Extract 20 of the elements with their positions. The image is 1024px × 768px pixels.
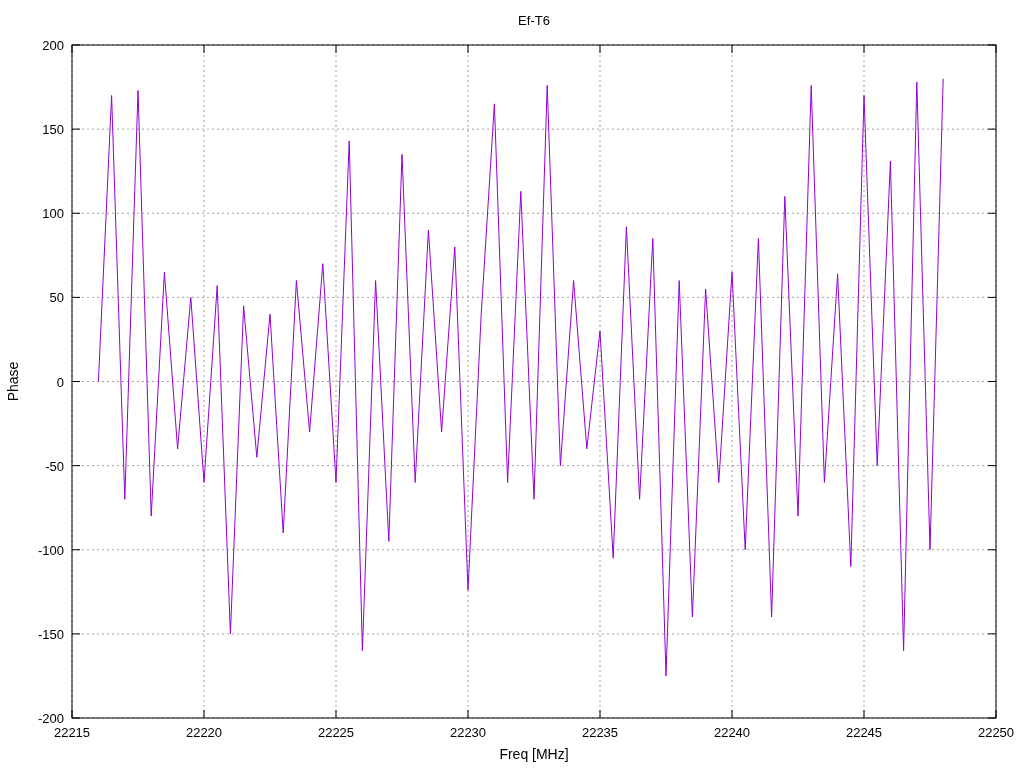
x-tick-label: 22215 <box>53 725 91 740</box>
x-tick-label: 22225 <box>317 725 355 740</box>
y-tick-label: -100 <box>37 542 64 558</box>
y-tick-label: -50 <box>45 458 64 474</box>
x-tick-label: 22250 <box>977 725 1015 740</box>
y-tick-label: 200 <box>42 38 64 53</box>
x-tick-label: 22235 <box>581 725 619 740</box>
x-tick-label: 22245 <box>845 725 883 740</box>
y-tick-label: -150 <box>37 626 64 642</box>
chart-title: Ef-T6 <box>518 13 550 28</box>
y-tick-label: 0 <box>56 374 64 390</box>
y-tick-label: 150 <box>42 122 64 138</box>
x-axis-label: Freq [MHz] <box>499 746 569 762</box>
x-tick-label: 22240 <box>713 725 751 740</box>
x-tick-label: 22220 <box>185 725 223 740</box>
y-tick-label: 100 <box>42 206 64 222</box>
y-tick-label: 50 <box>49 290 64 306</box>
y-tick-label: -200 <box>37 711 64 726</box>
y-axis-label: Phase <box>5 361 21 402</box>
x-tick-label: 22230 <box>449 725 487 740</box>
